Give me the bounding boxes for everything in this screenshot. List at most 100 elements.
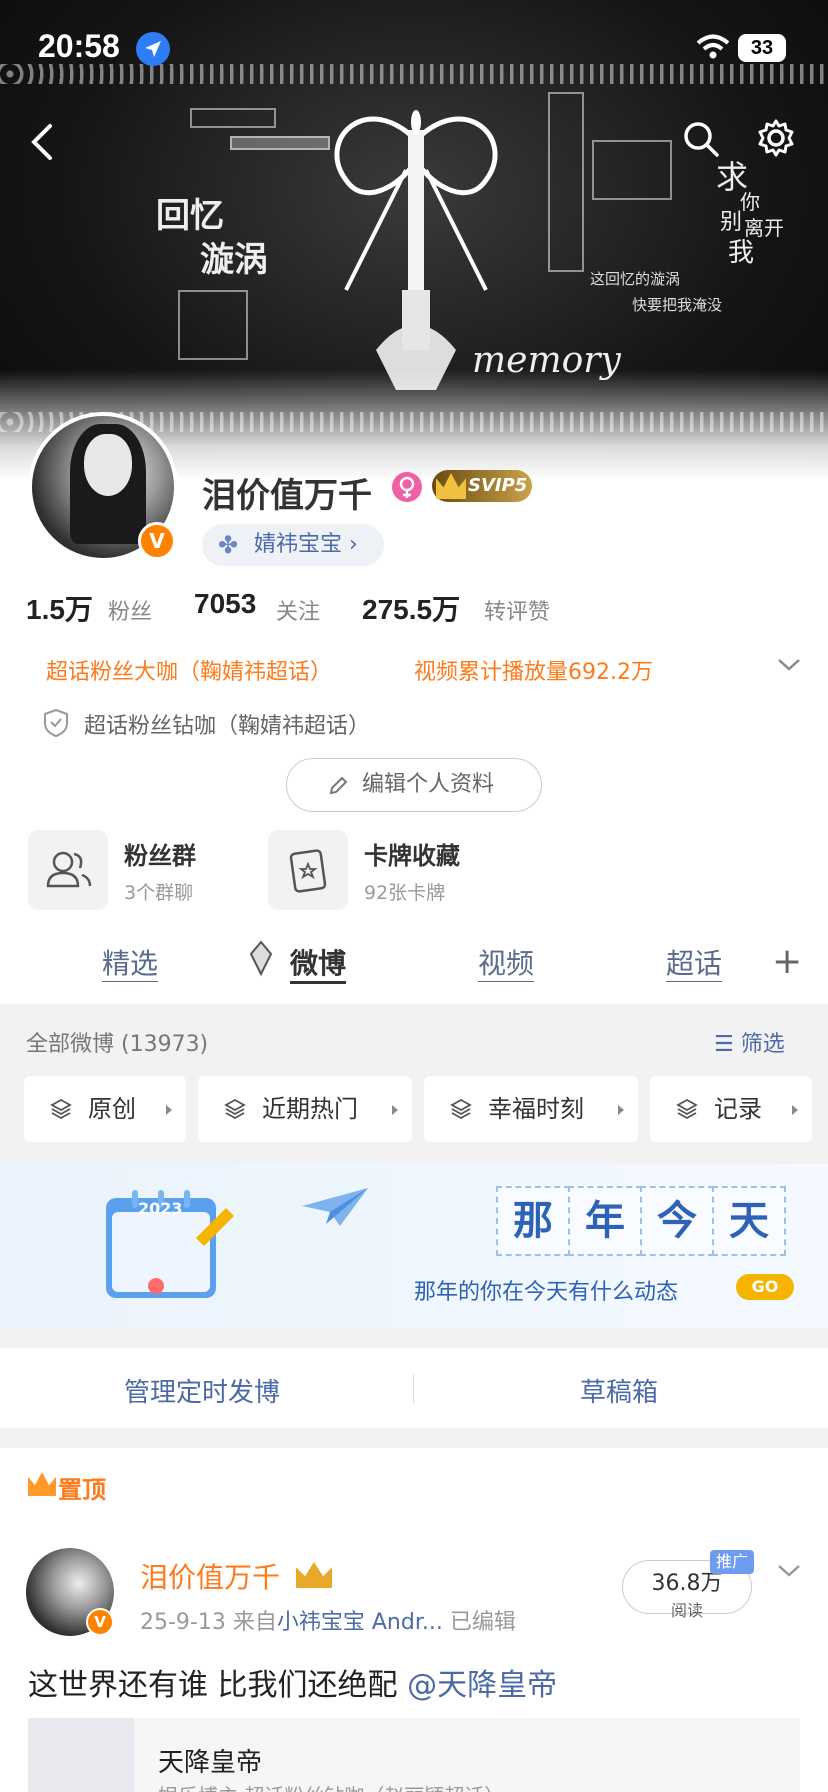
tab-video[interactable]: 视频: [478, 942, 534, 982]
tile-sub-card-collection: 92张卡牌: [364, 882, 446, 904]
wifi-icon: [696, 34, 730, 59]
title-char: 那: [496, 1186, 570, 1256]
edit-profile-button[interactable]: 编辑个人资料: [286, 758, 542, 812]
go-button[interactable]: GO: [736, 1274, 794, 1300]
frame-decoration: [190, 108, 276, 128]
paper-plane-icon: [302, 1188, 368, 1226]
tile-title-card-collection[interactable]: 卡牌收藏: [364, 836, 460, 871]
filter-icon: ☰: [714, 1032, 734, 1057]
layers-icon: [50, 1098, 72, 1120]
svip-level: SVIP5: [468, 475, 528, 496]
crown-icon: [28, 1472, 56, 1496]
banner-text: 快要把我淹没: [632, 296, 723, 314]
drafts-button[interactable]: 草稿箱: [580, 1372, 658, 1409]
chip-label: 近期热门: [262, 1095, 358, 1123]
mention-card[interactable]: 天降皇帝 娱乐博主 超话粉丝钻咖（赵丽颖超话）: [28, 1718, 800, 1792]
filter-label: 筛选: [740, 1032, 785, 1057]
tab-featured[interactable]: 精选: [102, 942, 158, 982]
pencil-icon: [329, 776, 348, 795]
fans-count[interactable]: 1.5万: [26, 588, 93, 628]
post-body: 这世界还有谁 比我们还绝配 @天降皇帝: [28, 1660, 557, 1704]
location-arrow-icon: [136, 32, 170, 66]
plus-icon[interactable]: +: [772, 944, 802, 980]
chip-original[interactable]: 原创: [24, 1076, 186, 1142]
pinned-label: 置顶: [58, 1476, 106, 1504]
banner-text: 回忆: [156, 196, 224, 236]
fan-level-text: 超话粉丝钻咖（鞠婧祎超话）: [84, 714, 371, 739]
title-char: 年: [568, 1186, 642, 1256]
title-char: 今: [640, 1186, 714, 1256]
divider-band: [0, 1328, 828, 1348]
fan-group-chip[interactable]: ✤ 婧祎宝宝 ›: [202, 524, 384, 566]
member-crown-icon: [296, 1562, 332, 1588]
filter-button[interactable]: ☰ 筛选: [714, 1026, 785, 1058]
svip-badge[interactable]: SVIP5: [432, 470, 532, 502]
on-this-day-title: 那 年 今 天: [496, 1186, 786, 1256]
tile-title-fan-group[interactable]: 粉丝群: [124, 836, 196, 871]
post-edited: 已编辑: [449, 1610, 516, 1635]
clover-icon: ✤: [218, 531, 239, 559]
on-this-day-subtitle: 那年的你在今天有什么动态: [414, 1280, 679, 1305]
battery-icon: 33: [738, 34, 786, 62]
scheduled-posts-button[interactable]: 管理定时发博: [124, 1372, 280, 1409]
layers-icon: [450, 1098, 472, 1120]
vertical-divider: [413, 1374, 414, 1404]
search-icon[interactable]: [682, 120, 720, 158]
card-thumbnail: [28, 1718, 134, 1792]
post-author[interactable]: 泪价值万千: [140, 1556, 280, 1596]
chevron-right-icon: ›: [349, 532, 358, 557]
promote-badge[interactable]: 推广: [710, 1550, 755, 1574]
filter-area: 全部微博 (13973) ☰ 筛选 原创 近期热门 幸福时刻 记录: [0, 1004, 828, 1164]
verified-badge-icon: V: [138, 522, 176, 560]
card-subtitle: 娱乐博主 超话粉丝钻咖（赵丽颖超话）: [158, 1780, 504, 1792]
tile-sub-fan-group: 3个群聊: [124, 882, 194, 904]
card-title: 天降皇帝: [158, 1748, 263, 1778]
banner-text: 我: [728, 238, 755, 268]
chip-happy-moments[interactable]: 幸福时刻: [424, 1076, 638, 1142]
edit-profile-label: 编辑个人资料: [361, 772, 494, 797]
honor-video-plays[interactable]: 视频累计播放量692.2万: [414, 654, 653, 686]
chevron-down-icon[interactable]: [776, 654, 802, 674]
chip-label: 记录: [714, 1095, 762, 1123]
layers-icon: [224, 1098, 246, 1120]
shield-icon: [44, 708, 68, 738]
fans-label: 粉丝: [108, 600, 153, 625]
all-posts-count: 全部微博 (13973): [26, 1032, 209, 1057]
status-bar: 20:58 33: [0, 0, 828, 100]
title-char: 天: [712, 1186, 786, 1256]
frame-decoration: [548, 92, 584, 272]
tab-weibo[interactable]: 微博: [290, 942, 346, 982]
following-count[interactable]: 7053: [194, 588, 256, 620]
post-from: 来自: [232, 1610, 277, 1635]
post-source[interactable]: 小祎宝宝 Andr...: [277, 1610, 443, 1635]
back-icon[interactable]: [22, 118, 62, 166]
calendar-icon: 2023: [106, 1190, 234, 1298]
chip-record[interactable]: 记录: [650, 1076, 812, 1142]
chevron-down-icon[interactable]: [776, 1560, 802, 1580]
banner-text: 这回忆的漩涡: [590, 270, 681, 288]
female-gender-icon: [392, 472, 422, 502]
card-collection-tile[interactable]: [268, 830, 348, 910]
chip-label: 原创: [88, 1095, 136, 1123]
banner-text: 漩涡: [200, 240, 268, 280]
chip-label: 幸福时刻: [488, 1095, 584, 1123]
on-this-day-banner[interactable]: 2023 那 年 今 天 那年的你在今天有什么动态 GO: [0, 1164, 828, 1328]
following-label: 关注: [276, 600, 321, 625]
users-icon: [46, 851, 92, 888]
post-date: 25-9-13: [140, 1610, 226, 1635]
honor-super-topic[interactable]: 超话粉丝大咖（鞠婧祎超话）: [46, 654, 332, 686]
gear-icon[interactable]: [756, 118, 796, 158]
likes-count[interactable]: 275.5万: [362, 588, 460, 628]
layers-icon: [676, 1098, 698, 1120]
chip-recent-hot[interactable]: 近期热门: [198, 1076, 412, 1142]
frame-decoration: [178, 290, 248, 360]
calendar-year: 2023: [138, 1199, 183, 1218]
diamond-pendant-icon: [249, 940, 273, 977]
status-time: 20:58: [38, 28, 120, 64]
post-mention[interactable]: @天降皇帝: [407, 1668, 557, 1703]
candle-bow-illustration: [334, 110, 498, 390]
crown-icon: [436, 473, 466, 499]
likes-label: 转评赞: [484, 600, 551, 625]
fan-group-tile[interactable]: [28, 830, 108, 910]
tab-super-topic[interactable]: 超话: [666, 942, 722, 982]
